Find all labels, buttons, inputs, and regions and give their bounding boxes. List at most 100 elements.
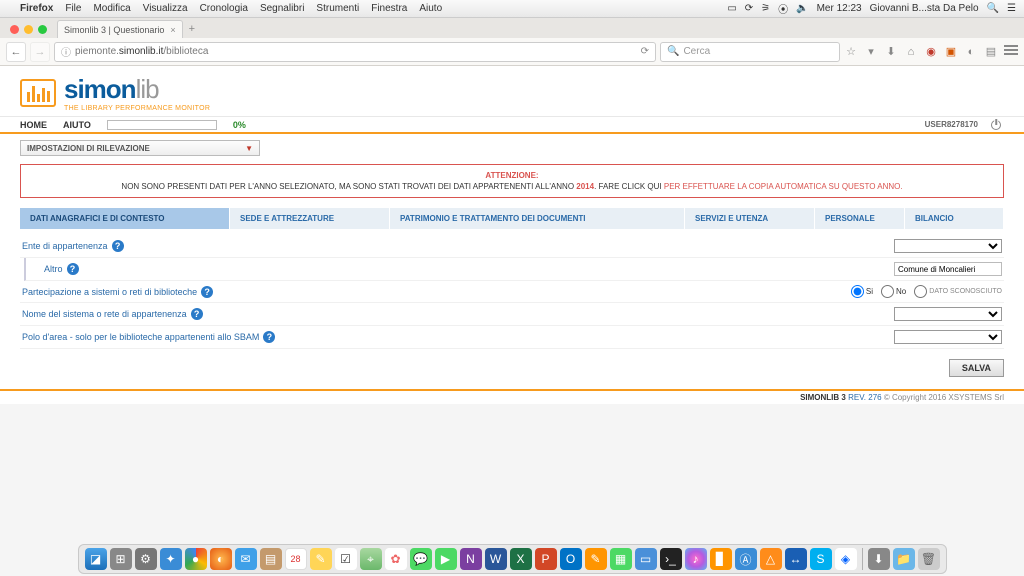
volume-icon[interactable]: 🔈 <box>796 3 808 14</box>
menu-app[interactable]: Firefox <box>20 3 53 14</box>
sync-icon[interactable]: ⟳ <box>745 3 753 14</box>
dock-facetime-icon[interactable]: ▶ <box>435 548 457 570</box>
star-icon[interactable]: ☆ <box>844 45 858 58</box>
home-icon[interactable]: ⌂ <box>904 46 918 58</box>
menu-window[interactable]: Finestra <box>371 3 407 14</box>
bluetooth-icon[interactable]: ⚞ <box>761 3 770 14</box>
dock-appstore-icon[interactable]: Ⓐ <box>735 548 757 570</box>
dock-safari-icon[interactable]: ✦ <box>160 548 182 570</box>
shield-icon[interactable]: ◉ <box>924 45 938 58</box>
tab-patrimonio[interactable]: PATRIMONIO E TRATTAMENTO DEI DOCUMENTI <box>390 208 685 229</box>
close-window-button[interactable] <box>10 25 19 34</box>
menu-view[interactable]: Visualizza <box>143 3 188 14</box>
radio-si[interactable]: Si <box>851 285 873 298</box>
user-name[interactable]: Giovanni B...sta Da Pelo <box>870 3 979 14</box>
tab-close-icon[interactable]: × <box>170 25 175 35</box>
dock-firefox-icon[interactable]: ◐ <box>210 548 232 570</box>
menu-edit[interactable]: Modifica <box>93 3 130 14</box>
tab-dati-anagrafici[interactable]: DATI ANAGRAFICI E DI CONTESTO <box>20 208 230 229</box>
logout-button[interactable] <box>988 117 1004 133</box>
dock-excel-icon[interactable]: X <box>510 548 532 570</box>
minimize-window-button[interactable] <box>24 25 33 34</box>
select-ente[interactable] <box>894 239 1002 253</box>
help-icon[interactable]: ? <box>201 286 213 298</box>
ext-icon-1[interactable]: ▣ <box>944 45 958 58</box>
dock-outlook-icon[interactable]: O <box>560 548 582 570</box>
window-controls <box>10 25 47 34</box>
back-button[interactable]: ← <box>6 42 26 62</box>
forward-button[interactable]: → <box>30 42 50 62</box>
zoom-window-button[interactable] <box>38 25 47 34</box>
radio-unknown[interactable]: DATO SCONOSCIUTO <box>914 285 1002 298</box>
save-button[interactable]: SALVA <box>949 359 1004 377</box>
new-tab-button[interactable]: + <box>189 23 195 35</box>
dock-photos-icon[interactable]: ✿ <box>385 548 407 570</box>
downloads-icon[interactable]: ⬇ <box>884 45 898 58</box>
menu-help[interactable]: Aiuto <box>419 3 442 14</box>
row-partecipazione: Partecipazione a sistemi o reti di bibli… <box>20 281 1004 303</box>
dock-terminal-icon[interactable]: ›_ <box>660 548 682 570</box>
menu-extra-icon[interactable]: ☰ <box>1007 3 1016 14</box>
dock-reminders-icon[interactable]: ☑ <box>335 548 357 570</box>
address-bar[interactable]: ⓘ piemonte.simonlib.it/biblioteca ⟳ <box>54 42 656 62</box>
hamburger-icon[interactable] <box>1004 43 1018 60</box>
menu-file[interactable]: File <box>65 3 81 14</box>
input-altro[interactable] <box>894 262 1002 276</box>
dock-ibooks-icon[interactable]: ▊ <box>710 548 732 570</box>
dock-pages-icon[interactable]: ✎ <box>585 548 607 570</box>
select-nome-sistema[interactable] <box>894 307 1002 321</box>
dock-onenote-icon[interactable]: N <box>460 548 482 570</box>
dock-downloads-icon[interactable]: ⬇ <box>868 548 890 570</box>
alert-box: ATTENZIONE: NON SONO PRESENTI DATI PER L… <box>20 164 1004 198</box>
dock-vlc-icon[interactable]: △ <box>760 548 782 570</box>
info-icon[interactable]: ⓘ <box>61 44 71 59</box>
wifi-icon[interactable]: ⦿ <box>778 1 788 16</box>
reload-icon[interactable]: ⟳ <box>641 46 649 57</box>
tab-bilancio[interactable]: BILANCIO <box>905 208 1004 229</box>
dock-teamviewer-icon[interactable]: ↔ <box>785 548 807 570</box>
nav-home[interactable]: HOME <box>20 120 47 130</box>
dock-dropbox-icon[interactable]: ◈ <box>835 548 857 570</box>
dock-powerpoint-icon[interactable]: P <box>535 548 557 570</box>
dock-numbers-icon[interactable]: ▦ <box>610 548 632 570</box>
help-icon[interactable]: ? <box>191 308 203 320</box>
search-icon[interactable]: 🔍 <box>987 3 999 14</box>
browser-tab[interactable]: Simonlib 3 | Questionario × <box>57 20 183 38</box>
alert-link[interactable]: PER EFFETTUARE LA COPIA AUTOMATICA SU QU… <box>664 182 903 191</box>
nav-help[interactable]: AIUTO <box>63 120 91 130</box>
dock-skype-icon[interactable]: S <box>810 548 832 570</box>
dock-settings-icon[interactable]: ⚙ <box>135 548 157 570</box>
menu-tools[interactable]: Strumenti <box>316 3 359 14</box>
tab-servizi[interactable]: SERVIZI E UTENZA <box>685 208 815 229</box>
menu-bookmarks[interactable]: Segnalibri <box>260 3 304 14</box>
dock-folder-icon[interactable]: 📁 <box>893 548 915 570</box>
dock-itunes-icon[interactable]: ♪ <box>685 548 707 570</box>
dock-messages-icon[interactable]: 💬 <box>410 548 432 570</box>
dock-contacts-icon[interactable]: ▤ <box>260 548 282 570</box>
dock-calendar-icon[interactable]: 28 <box>285 548 307 570</box>
dock-mail-icon[interactable]: ✉ <box>235 548 257 570</box>
dock-chrome-icon[interactable]: ● <box>185 548 207 570</box>
tab-personale[interactable]: PERSONALE <box>815 208 905 229</box>
ext-icon-3[interactable]: ▤ <box>984 45 998 58</box>
dock-keynote-icon[interactable]: ▭ <box>635 548 657 570</box>
tab-sede[interactable]: SEDE E ATTREZZATURE <box>230 208 390 229</box>
dock-maps-icon[interactable]: ⌖ <box>360 548 382 570</box>
dock-word-icon[interactable]: W <box>485 548 507 570</box>
browser-search[interactable]: 🔍 Cerca <box>660 42 840 62</box>
dock-trash-icon[interactable]: 🗑 <box>918 548 940 570</box>
pocket-icon[interactable]: ▾ <box>864 45 878 58</box>
ext-icon-2[interactable]: ◐ <box>964 46 978 58</box>
help-icon[interactable]: ? <box>67 263 79 275</box>
menu-history[interactable]: Cronologia <box>200 3 248 14</box>
select-polo[interactable] <box>894 330 1002 344</box>
help-icon[interactable]: ? <box>112 240 124 252</box>
dock-finder-icon[interactable]: ◪ <box>85 548 107 570</box>
clock[interactable]: Mer 12:23 <box>817 3 862 14</box>
radio-no[interactable]: No <box>881 285 906 298</box>
dock-notes-icon[interactable]: ✎ <box>310 548 332 570</box>
dock-launchpad-icon[interactable]: ⊞ <box>110 548 132 570</box>
airplay-icon[interactable]: ▭ <box>727 3 736 14</box>
help-icon[interactable]: ? <box>263 331 275 343</box>
settings-dropdown[interactable]: IMPOSTAZIONI DI RILEVAZIONE ▼ <box>20 140 260 156</box>
